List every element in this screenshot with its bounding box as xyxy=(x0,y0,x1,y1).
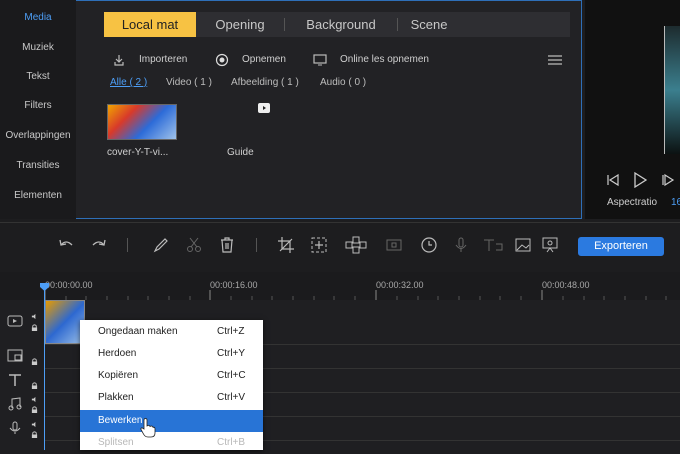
volume-icon[interactable] xyxy=(31,313,38,320)
menu-item-label: Plakken xyxy=(98,392,134,403)
menu-item-undo[interactable]: Ongedaan maken Ctrl+Z xyxy=(80,321,263,343)
lock-icon[interactable] xyxy=(31,358,38,365)
screen-record-icon[interactable] xyxy=(541,236,559,254)
nav-item-filters[interactable]: Filters xyxy=(0,100,76,111)
freeze-frame-icon[interactable] xyxy=(385,236,403,254)
nav-item-transities[interactable]: Transities xyxy=(0,160,76,171)
menu-item-label: Ongedaan maken xyxy=(98,326,178,337)
aspect-ratio-value[interactable]: 16 xyxy=(671,197,680,208)
redo-icon[interactable] xyxy=(90,236,108,254)
image-icon[interactable] xyxy=(514,236,532,254)
context-menu: Ongedaan maken Ctrl+Z Herdoen Ctrl+Y Kopië… xyxy=(80,320,263,450)
list-view-icon[interactable] xyxy=(547,53,563,67)
menu-item-split[interactable]: Splitsen Ctrl+B xyxy=(80,432,263,454)
menu-item-label: Bewerken xyxy=(98,415,143,426)
next-frame-icon[interactable] xyxy=(661,173,675,187)
export-button[interactable]: Exporteren xyxy=(578,237,664,256)
previous-frame-icon[interactable] xyxy=(606,173,620,187)
menu-item-paste[interactable]: Plakken Ctrl+V xyxy=(80,387,263,409)
delete-icon[interactable] xyxy=(218,236,236,254)
menu-item-edit[interactable]: Bewerken xyxy=(80,410,263,432)
menu-shortcut: Ctrl+C xyxy=(217,370,246,381)
ruler-tick-label: 00:00:00.00 xyxy=(45,280,93,290)
media-item-label[interactable]: Guide xyxy=(227,147,254,158)
mosaic-icon[interactable] xyxy=(345,236,367,254)
zoom-icon[interactable] xyxy=(310,236,328,254)
lock-icon[interactable] xyxy=(31,406,38,413)
crop-icon[interactable] xyxy=(277,236,295,254)
preview-frame xyxy=(664,26,680,154)
ruler-ticks xyxy=(44,290,667,300)
play-icon[interactable] xyxy=(633,172,647,188)
overlay-track-icon xyxy=(7,349,23,362)
nav-item-media[interactable]: Media xyxy=(0,12,76,23)
filter-all[interactable]: Alle ( 2 ) xyxy=(110,77,147,88)
menu-shortcut: Ctrl+Y xyxy=(217,348,246,359)
tab-local-mat[interactable]: Local mat xyxy=(104,12,196,37)
filter-image[interactable]: Afbeelding ( 1 ) xyxy=(231,77,299,88)
left-nav: Media Muziek Tekst Filters Overlappingen… xyxy=(0,0,77,219)
record-icon[interactable] xyxy=(215,53,229,67)
filter-video[interactable]: Video ( 1 ) xyxy=(166,77,212,88)
filter-audio[interactable]: Audio ( 0 ) xyxy=(320,77,366,88)
import-button[interactable]: Importeren xyxy=(139,53,187,67)
record-button[interactable]: Opnemen xyxy=(242,53,286,67)
ruler-tick-label: 00:00:32.00 xyxy=(376,280,424,290)
tag-icon[interactable] xyxy=(482,236,504,254)
video-track-icon xyxy=(7,315,23,327)
menu-item-label: Splitsen xyxy=(98,437,134,448)
lock-icon[interactable] xyxy=(31,324,38,331)
toolbar-divider xyxy=(127,238,128,252)
toolbar-divider xyxy=(256,238,257,252)
tab-opening[interactable]: Opening xyxy=(196,12,284,37)
nav-item-muziek[interactable]: Muziek xyxy=(0,42,76,53)
media-item-label: cover-Y-T-vi... xyxy=(107,147,169,158)
menu-shortcut: Ctrl+V xyxy=(217,392,246,403)
nav-item-overlappingen[interactable]: Overlappingen xyxy=(0,130,76,141)
text-track-icon xyxy=(9,374,21,386)
tab-scene[interactable]: Scene xyxy=(398,12,460,37)
volume-icon[interactable] xyxy=(31,421,38,428)
playhead[interactable] xyxy=(44,284,45,450)
menu-item-copy[interactable]: Kopiëren Ctrl+C xyxy=(80,365,263,387)
online-record-button[interactable]: Online les opnemen xyxy=(340,53,429,67)
music-track-icon xyxy=(8,397,22,411)
nav-item-tekst[interactable]: Tekst xyxy=(0,71,76,82)
ruler-tick-label: 00:00:48.00 xyxy=(542,280,590,290)
online-record-icon[interactable] xyxy=(313,53,327,67)
media-tabs: Local mat Opening Background Scene xyxy=(104,12,570,37)
menu-shortcut: Ctrl+B xyxy=(217,437,246,448)
nav-item-elementen[interactable]: Elementen xyxy=(0,190,76,201)
volume-icon[interactable] xyxy=(31,396,38,403)
tab-background[interactable]: Background xyxy=(285,12,397,37)
import-icon[interactable] xyxy=(112,53,126,67)
aspect-ratio-label: Aspectratio xyxy=(607,197,658,208)
microphone-icon[interactable] xyxy=(452,236,470,254)
menu-item-label: Kopiëren xyxy=(98,370,139,381)
lock-icon[interactable] xyxy=(31,382,38,389)
guide-play-icon[interactable] xyxy=(257,102,271,114)
undo-icon[interactable] xyxy=(57,236,75,254)
media-thumbnail-cover[interactable] xyxy=(107,104,177,140)
voice-track-icon xyxy=(9,421,21,434)
cut-icon[interactable] xyxy=(185,236,203,254)
ruler-tick-label: 00:00:16.00 xyxy=(210,280,258,290)
playhead-handle[interactable] xyxy=(40,283,49,291)
duration-icon[interactable] xyxy=(420,236,438,254)
menu-item-label: Herdoen xyxy=(98,348,137,359)
timeline-clip[interactable] xyxy=(45,300,85,344)
menu-shortcut: Ctrl+Z xyxy=(217,326,245,337)
hand-cursor-icon xyxy=(140,418,156,438)
menu-item-redo[interactable]: Herdoen Ctrl+Y xyxy=(80,343,263,365)
edit-pencil-icon[interactable] xyxy=(152,236,170,254)
lock-icon[interactable] xyxy=(31,431,38,438)
